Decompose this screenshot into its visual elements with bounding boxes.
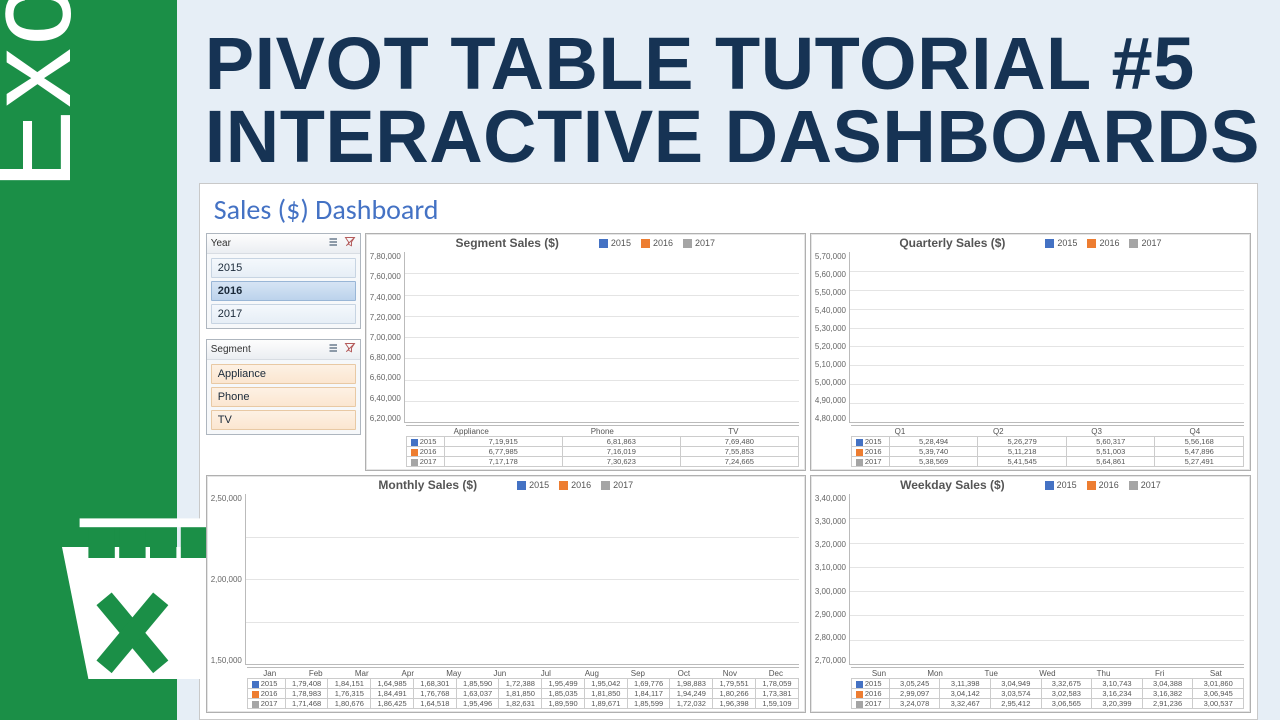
multiselect-icon[interactable] — [328, 236, 340, 251]
slicer-segment[interactable]: Segment Appliance Phone TV — [206, 339, 361, 435]
slicer-segment-item[interactable]: Appliance — [211, 364, 356, 384]
legend-item: 2016 — [1087, 480, 1119, 490]
chart-weekday-sales[interactable]: Weekday Sales ($) 201520162017 3,40,0003… — [810, 475, 1251, 713]
chart-legend: 2015 2016 2017 — [1045, 238, 1161, 248]
legend-item: 2017 — [683, 238, 715, 248]
headline-line2: INTERACTIVE DASHBOARDS — [205, 101, 1260, 174]
chart-title: Monthly Sales ($) — [378, 478, 477, 492]
chart-data-table: 20155,28,4945,26,2795,60,3175,56,1682016… — [851, 436, 1244, 467]
legend-item: 2015 — [599, 238, 631, 248]
legend-item: 2016 — [559, 480, 591, 490]
main-area: PIVOT TABLE TUTORIAL #5 INTERACTIVE DASH… — [177, 0, 1280, 720]
clear-filter-icon[interactable] — [344, 342, 356, 357]
chart-title: Segment Sales ($) — [456, 236, 559, 250]
slicer-segment-item[interactable]: TV — [211, 410, 356, 430]
slicer-year-title: Year — [211, 238, 231, 249]
dashboard: Sales ($) Dashboard Year 2015 2016 — [199, 183, 1258, 720]
legend-item: 2017 — [601, 480, 633, 490]
legend-item: 2017 — [1129, 238, 1161, 248]
slicer-year[interactable]: Year 2015 2016 2017 — [206, 233, 361, 329]
chart-quarterly-sales[interactable]: Quarterly Sales ($) 201520162017 5,70,00… — [810, 233, 1251, 471]
legend-item: 2015 — [1045, 480, 1077, 490]
headline-line1: PIVOT TABLE TUTORIAL #5 — [205, 28, 1260, 101]
legend-item: 2016 — [1087, 238, 1119, 248]
excel-brand-rail: Excel — [0, 0, 177, 720]
legend-item: 2015 — [517, 480, 549, 490]
headline: PIVOT TABLE TUTORIAL #5 INTERACTIVE DASH… — [177, 0, 1280, 179]
multiselect-icon[interactable] — [328, 342, 340, 357]
chart-title: Quarterly Sales ($) — [899, 236, 1005, 250]
chart-title: Weekday Sales ($) — [900, 478, 1005, 492]
chart-segment-sales[interactable]: Segment Sales ($) 201520162017 7,80,0007… — [365, 233, 806, 471]
legend-item: 2016 — [641, 238, 673, 248]
legend-item: 2015 — [1045, 238, 1077, 248]
slicer-segment-title: Segment — [211, 344, 251, 355]
chart-legend: 2015 2016 2017 — [517, 480, 633, 490]
slicer-year-item[interactable]: 2017 — [211, 304, 356, 324]
chart-data-table: 20151,79,4081,84,1511,64,9851,68,3011,85… — [247, 678, 799, 709]
clear-filter-icon[interactable] — [344, 236, 356, 251]
legend-item: 2017 — [1129, 480, 1161, 490]
excel-word: Excel — [0, 0, 98, 190]
slicer-year-item[interactable]: 2015 — [211, 258, 356, 278]
chart-monthly-sales[interactable]: Monthly Sales ($) 201520162017 2,50,0002… — [206, 475, 806, 713]
chart-data-table: 20157,19,9156,81,8637,69,48020166,77,985… — [406, 436, 799, 467]
chart-data-table: 20153,05,2453,11,3983,04,9493,32,6753,10… — [851, 678, 1244, 709]
chart-legend: 2015 2016 2017 — [599, 238, 715, 248]
slicer-column: Year 2015 2016 2017 Segment — [206, 233, 361, 471]
slicer-year-item[interactable]: 2016 — [211, 281, 356, 301]
dashboard-title: Sales ($) Dashboard — [200, 184, 1257, 233]
slicer-segment-item[interactable]: Phone — [211, 387, 356, 407]
chart-legend: 2015 2016 2017 — [1045, 480, 1161, 490]
